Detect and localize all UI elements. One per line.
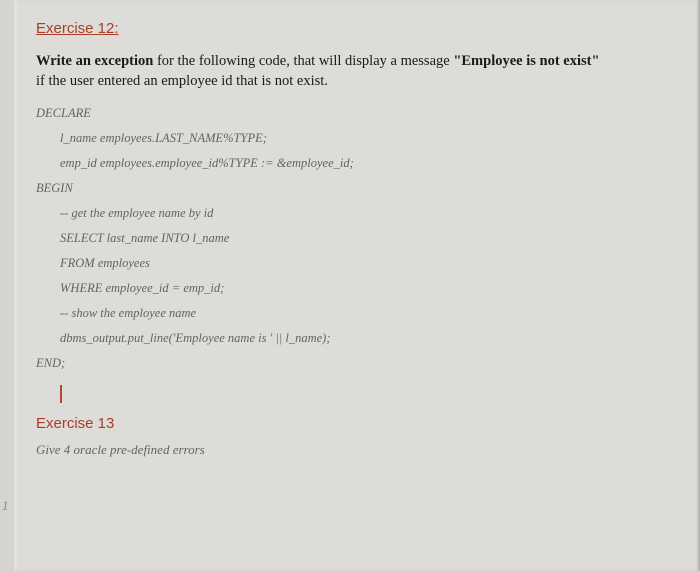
instr-tail: if the user entered an employee id that … bbox=[36, 73, 328, 89]
code-line: SELECT last_name INTO l_name bbox=[60, 231, 678, 246]
instr-bold-lead: Write an exception bbox=[36, 53, 153, 69]
instr-mid: for the following code, that will displa… bbox=[153, 53, 453, 69]
code-line: emp_id employees.employee_id%TYPE := &em… bbox=[60, 156, 678, 171]
exercise-12-heading: Exercise 12: bbox=[36, 20, 678, 37]
exercise-13-heading: Exercise 13 bbox=[36, 415, 678, 432]
text-cursor bbox=[60, 385, 62, 403]
exercise-12-instruction: Write an exception for the following cod… bbox=[36, 51, 678, 92]
code-declare: DECLARE bbox=[36, 106, 678, 121]
code-line: WHERE employee_id = emp_id; bbox=[60, 281, 678, 296]
exercise-13-text: Give 4 oracle pre-defined errors bbox=[36, 442, 678, 458]
code-begin: BEGIN bbox=[36, 181, 678, 196]
instr-quote: "Employee is not exist" bbox=[453, 53, 599, 69]
gutter-mark: 1 bbox=[2, 498, 9, 514]
code-block: DECLARE l_name employees.LAST_NAME%TYPE;… bbox=[36, 106, 678, 371]
code-end: END; bbox=[36, 356, 678, 371]
code-line: dbms_output.put_line('Employee name is '… bbox=[60, 331, 678, 346]
code-comment: -- show the employee name bbox=[60, 306, 678, 321]
code-comment: -- get the employee name by id bbox=[60, 206, 678, 221]
code-line: FROM employees bbox=[60, 256, 678, 271]
code-line: l_name employees.LAST_NAME%TYPE; bbox=[60, 131, 678, 146]
document-page: Exercise 12: Write an exception for the … bbox=[14, 0, 700, 571]
